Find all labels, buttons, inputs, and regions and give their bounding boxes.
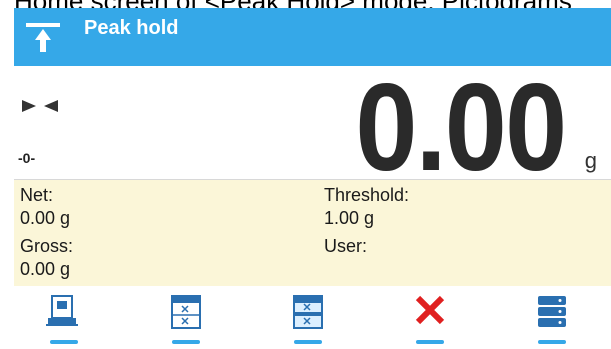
title-bar: Peak hold bbox=[14, 8, 611, 66]
mode-title: Peak hold bbox=[84, 17, 179, 39]
softkey-table-x[interactable] bbox=[156, 292, 216, 344]
softkey-bar bbox=[14, 286, 611, 349]
softkey-indicator bbox=[50, 340, 78, 344]
table-x-highlight-icon bbox=[288, 292, 328, 336]
close-x-icon bbox=[410, 292, 450, 336]
softkey-weighing-device[interactable] bbox=[34, 292, 94, 344]
softkey-indicator bbox=[172, 340, 200, 344]
database-icon bbox=[532, 292, 572, 336]
zero-indicator: -0- bbox=[18, 150, 36, 166]
weight-unit: g bbox=[584, 148, 597, 173]
softkey-close[interactable] bbox=[400, 292, 460, 344]
weighing-device-icon bbox=[44, 292, 84, 336]
table-x-icon bbox=[166, 292, 206, 336]
user-label: User: bbox=[324, 236, 368, 256]
weight-reading: 0.00 bbox=[354, 59, 567, 197]
softkey-database[interactable] bbox=[522, 292, 582, 344]
gross-label: Gross: bbox=[20, 236, 74, 256]
net-value: 0.00 g bbox=[20, 208, 71, 228]
info-panel: Net: 0.00 g Gross: 0.00 g Threshold: 1.0… bbox=[14, 180, 611, 286]
weight-display: -0- 0.00 g bbox=[14, 64, 611, 192]
net-label: Net: bbox=[20, 185, 54, 205]
threshold-value: 1.00 g bbox=[324, 208, 375, 228]
gross-value: 0.00 g bbox=[20, 259, 71, 279]
softkey-indicator bbox=[294, 340, 322, 344]
softkey-table-x-highlight[interactable] bbox=[278, 292, 338, 344]
softkey-indicator bbox=[538, 340, 566, 344]
stable-indicator-icon bbox=[20, 96, 60, 114]
peak-hold-icon[interactable] bbox=[22, 18, 64, 58]
threshold-label: Threshold: bbox=[324, 185, 410, 205]
softkey-indicator bbox=[416, 340, 444, 344]
